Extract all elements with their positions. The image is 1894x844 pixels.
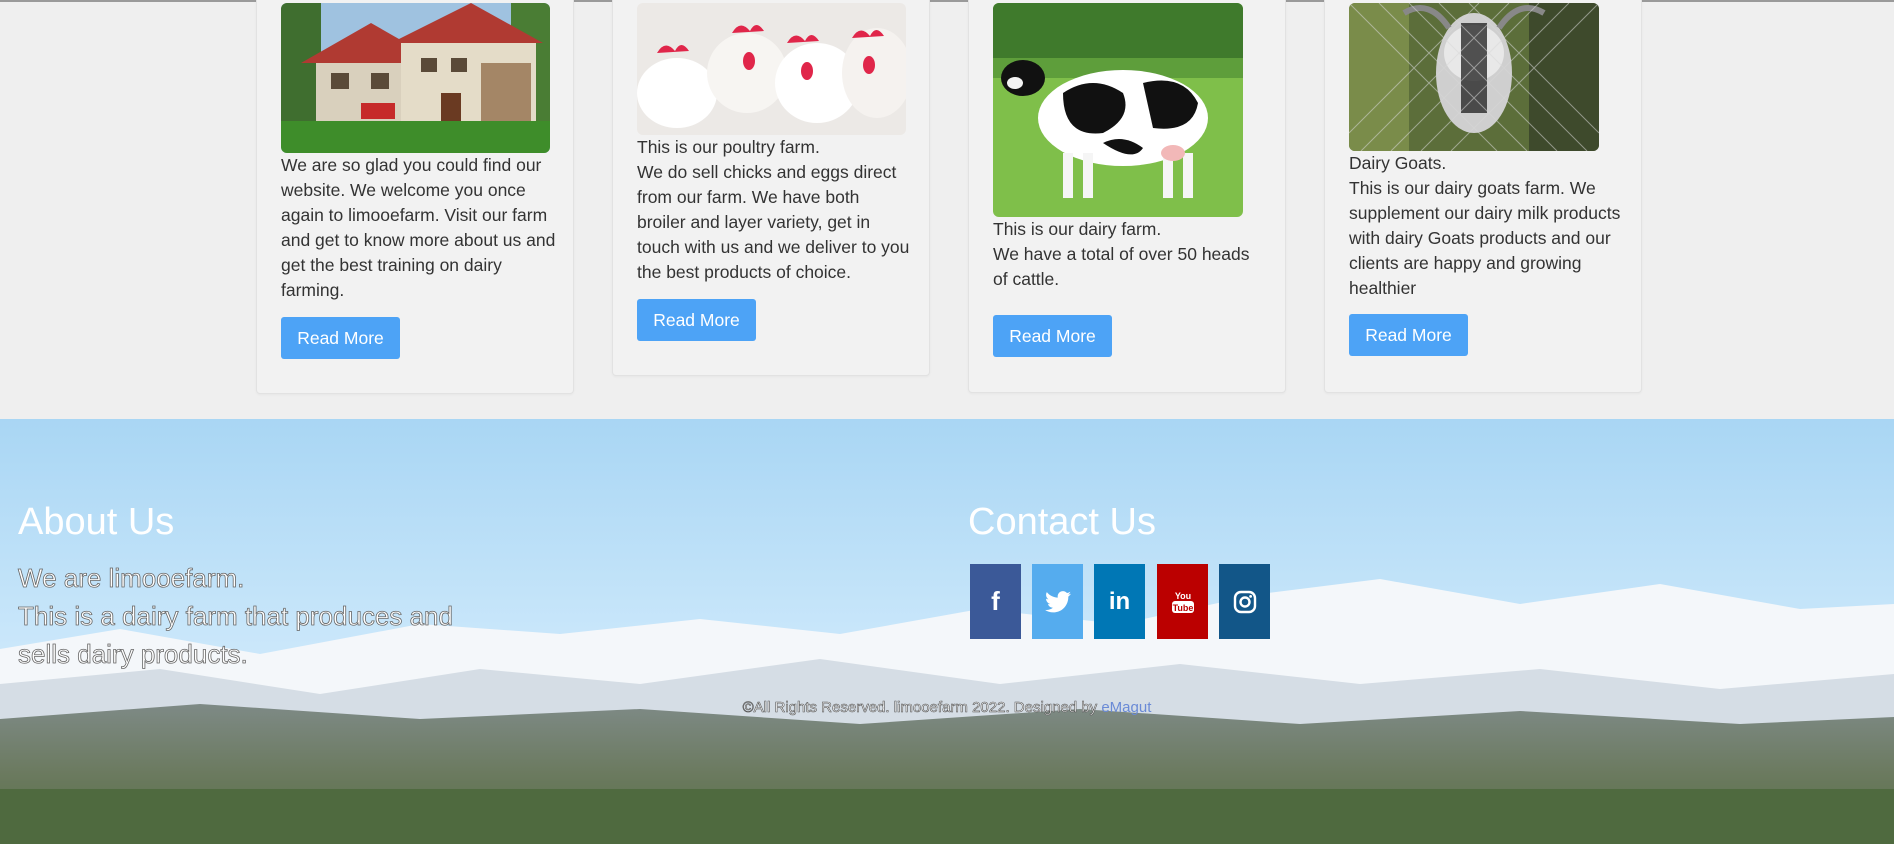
read-more-button[interactable]: Read More: [281, 317, 400, 359]
service-card-dairy: This is our dairy farm. We have a total …: [968, 0, 1286, 393]
footer: About Us We are limooefarm. This is a da…: [0, 419, 1894, 844]
card-paragraph: Dairy Goats.: [1349, 153, 1447, 173]
services-section: We are so glad you could find our websit…: [0, 0, 1894, 419]
service-card-farm: We are so glad you could find our websit…: [256, 0, 574, 394]
about-us-title: About Us: [18, 501, 175, 543]
linkedin-link[interactable]: in: [1094, 564, 1145, 639]
farm-house-photo: [281, 3, 550, 153]
contact-us-title: Contact Us: [968, 501, 1156, 543]
twitter-icon: [1044, 590, 1071, 612]
card-text: Dairy Goats. This is our dairy goats far…: [1349, 151, 1624, 301]
card-paragraph: We are so glad you could find our websit…: [281, 155, 556, 300]
card-text: This is our dairy farm. We have a total …: [993, 217, 1268, 292]
card-paragraph: We do sell chicks and eggs direct from o…: [637, 162, 910, 282]
facebook-link[interactable]: f: [970, 564, 1021, 639]
read-more-button[interactable]: Read More: [637, 299, 756, 341]
read-more-button[interactable]: Read More: [1349, 314, 1468, 356]
card-paragraph: This is our dairy goats farm. We supplem…: [1349, 178, 1621, 298]
service-card-poultry: This is our poultry farm. We do sell chi…: [612, 0, 930, 376]
dairy-cow-photo: [993, 3, 1243, 217]
copyright-label: ©All Rights Reserved. limooefarm 2022. D…: [742, 699, 1102, 717]
youtube-icon: You Tube: [1171, 591, 1194, 613]
card-paragraph: We have a total of over 50 heads of catt…: [993, 244, 1250, 289]
twitter-link[interactable]: [1032, 564, 1083, 639]
card-paragraph: This is our dairy farm.: [993, 219, 1162, 239]
card-paragraph: This is our poultry farm.: [637, 137, 820, 157]
linkedin-icon: in: [1108, 587, 1131, 615]
card-text: We are so glad you could find our websit…: [281, 153, 556, 303]
about-line: This is a dairy farm that produces and s…: [18, 601, 454, 670]
service-card-goats: Dairy Goats. This is our dairy goats far…: [1324, 0, 1642, 393]
read-more-button[interactable]: Read More: [993, 315, 1112, 357]
youtube-link[interactable]: You Tube: [1157, 564, 1208, 639]
instagram-icon: [1233, 590, 1256, 613]
copyright-text: ©All Rights Reserved. limooefarm 2022. D…: [0, 699, 1894, 717]
svg-text:You: You: [1174, 591, 1190, 601]
dairy-goat-photo: [1349, 3, 1599, 151]
facebook-icon: f: [991, 586, 1000, 616]
card-text: This is our poultry farm. We do sell chi…: [637, 135, 912, 285]
about-line: We are limooefarm.: [18, 563, 245, 594]
about-us-text: We are limooefarm. This is a dairy farm …: [18, 559, 498, 673]
svg-text:Tube: Tube: [1172, 603, 1193, 613]
poultry-chickens-photo: [637, 3, 906, 135]
designer-link[interactable]: eMagut: [1101, 699, 1151, 716]
instagram-link[interactable]: [1219, 564, 1270, 639]
